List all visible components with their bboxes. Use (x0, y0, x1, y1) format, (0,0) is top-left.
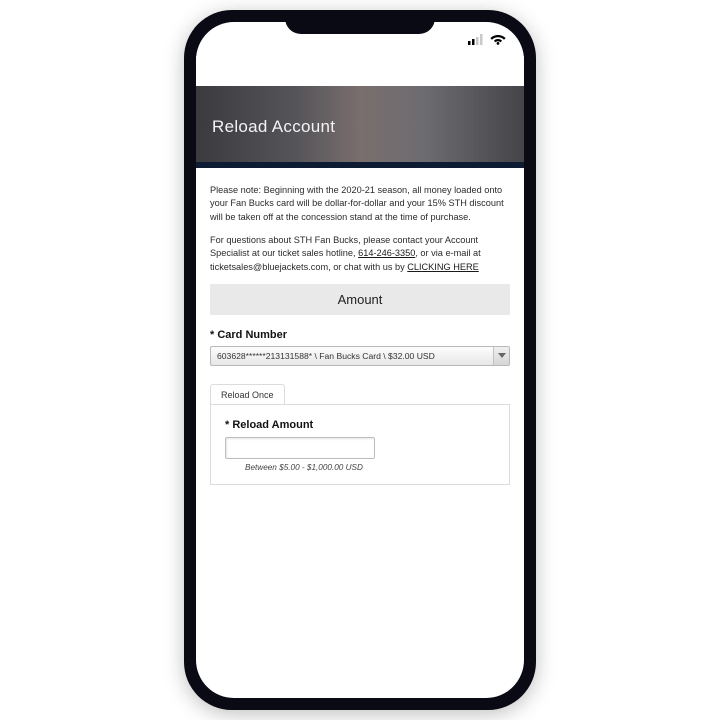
card-number-label: * Card Number (210, 329, 510, 341)
card-number-select[interactable]: 603628******213131588* \ Fan Bucks Card … (210, 346, 510, 366)
body-area: Please note: Beginning with the 2020-21 … (196, 168, 524, 698)
phone-link[interactable]: 614-246-3350 (358, 248, 415, 258)
reload-amount-input[interactable] (225, 437, 375, 459)
page-title: Reload Account (212, 117, 335, 137)
reload-amount-label: * Reload Amount (225, 419, 495, 431)
chat-link[interactable]: CLICKING HERE (407, 262, 478, 272)
phone-frame: Reload Account Please note: Beginning wi… (184, 10, 536, 710)
amount-section-header: Amount (210, 284, 510, 315)
note-paragraph-2: For questions about STH Fan Bucks, pleas… (210, 234, 510, 274)
tab-row: Reload Once (210, 384, 510, 404)
top-gap (196, 56, 524, 86)
phone-screen: Reload Account Please note: Beginning wi… (196, 22, 524, 698)
chevron-down-icon (493, 347, 509, 365)
reload-amount-hint: Between $5.00 - $1,000.00 USD (225, 463, 495, 472)
card-number-selected-value: 603628******213131588* \ Fan Bucks Card … (210, 346, 510, 366)
tab-reload-once[interactable]: Reload Once (210, 384, 285, 404)
wifi-icon (490, 33, 506, 45)
phone-notch (285, 10, 435, 34)
reload-once-panel: * Reload Amount Between $5.00 - $1,000.0… (210, 404, 510, 485)
note-paragraph-1: Please note: Beginning with the 2020-21 … (210, 184, 510, 224)
hero-banner: Reload Account (196, 86, 524, 168)
cellular-signal-icon (468, 34, 484, 45)
